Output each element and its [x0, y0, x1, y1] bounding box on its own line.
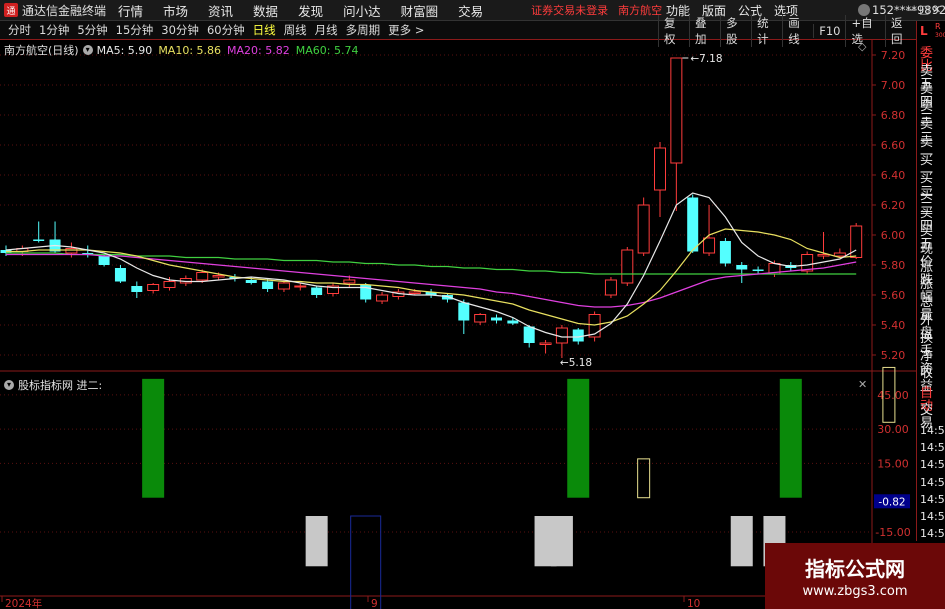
sidebar-time: 14:56: [920, 424, 945, 437]
candle-body: [539, 342, 552, 345]
sidebar-time: 14:56: [920, 492, 945, 506]
indicator-title: ▾ 股标指标网 进二:: [4, 377, 102, 393]
sidebar-time: 14:56: [920, 441, 945, 455]
stock-name-label[interactable]: 南方航空(日线): [4, 42, 79, 58]
ma20-label: MA20: 5.82: [227, 43, 290, 57]
indicator-bar-green: [779, 378, 802, 498]
candle-body: [196, 272, 209, 281]
price-tick-label: 6.00: [881, 229, 906, 242]
candle-body: [408, 291, 421, 294]
indicator-bar-green: [567, 378, 590, 498]
candle-body: [801, 254, 814, 272]
price-tick-label: 5.80: [881, 259, 906, 272]
price-tick-label: 5.40: [881, 319, 906, 332]
candle-body: [311, 287, 323, 295]
price-axis: 5.20 5.40 5.60 5.80 6.00 6.20 6.40 6.60 6.80 7.00…: [875, 49, 910, 539]
candle-body: [491, 317, 502, 321]
ma10-label: MA10: 5.86: [158, 43, 222, 57]
candle-body: [163, 281, 176, 288]
sidebar-time: 14:56: [920, 527, 945, 541]
indicator-tick-label: 45.00: [877, 389, 909, 402]
price-tick-label: 6.40: [881, 169, 906, 182]
indicator-bar-gray: [550, 516, 573, 567]
ma5-label: MA5: 5.90: [96, 43, 153, 57]
sidebar-R-label[interactable]: R 300: [935, 23, 945, 40]
price-tick-label: 7.00: [881, 79, 906, 92]
candle-body: [736, 265, 748, 270]
close-icon: ✕: [858, 378, 867, 391]
low-price-label: ←5.18: [560, 357, 592, 369]
indicator-name[interactable]: 股标指标网 进二:: [18, 377, 102, 393]
high-price-label: ←7.18: [690, 53, 722, 65]
indicator-bar-green: [142, 378, 165, 498]
candle-body: [507, 320, 519, 324]
sidebar-time: 14:56: [920, 475, 945, 489]
candle-body: [343, 279, 356, 284]
candle-body: [65, 248, 78, 254]
price-tick-label: 7.20: [881, 49, 906, 62]
candle-series: [0, 57, 863, 358]
indicator-bar-gray: [305, 516, 328, 567]
candle-body: [523, 326, 535, 343]
candle-body: [114, 268, 126, 282]
candle-body: [817, 254, 830, 257]
price-tick-label: 6.60: [881, 139, 906, 152]
candle-body: [670, 57, 683, 164]
candle-body: [637, 204, 650, 254]
ma60-label: MA60: 5.74: [295, 43, 359, 57]
candle-body: [719, 241, 731, 264]
site-watermark: 指标公式网 www.zbgs3.com: [765, 543, 945, 609]
candle-body: [458, 302, 470, 321]
watermark-title: 指标公式网: [805, 557, 905, 581]
indicator-tick-label: 30.00: [877, 423, 909, 436]
chevron-down-icon[interactable]: ▾: [4, 380, 14, 390]
time-tick-label: 2024年: [5, 597, 42, 609]
chevron-down-icon[interactable]: ▾: [82, 45, 93, 55]
candle-body: [212, 275, 225, 278]
sidebar-time: 14:56: [920, 510, 945, 523]
candle-body: [360, 284, 372, 300]
sidebar-time: 14:56: [920, 458, 945, 472]
candle-body: [654, 147, 666, 191]
candle-body: [98, 256, 110, 265]
price-tick-label: 5.60: [881, 289, 906, 302]
candle-body: [833, 252, 846, 257]
main-chart-title: 南方航空(日线) ▾ MA5: 5.90 MA10: 5.86 MA20: 5.…: [4, 42, 364, 58]
diamond-icon: ◇: [858, 40, 867, 53]
candle-body: [474, 314, 487, 323]
time-tick-label: 10: [687, 598, 700, 609]
candle-body: [262, 281, 274, 289]
quote-sidebar: L R 300 委比 卖五 卖四 卖三 卖二 卖一 买一 买二 买三 买四 买五 现价 涨跌 涨幅 总量 外盘换…: [916, 21, 945, 541]
current-value-label: -0.82: [878, 496, 905, 508]
chart-canvas[interactable]: 5.20 5.40 5.60 5.80 6.00 6.20 6.40 6.60 6.80 7.00…: [0, 0, 945, 609]
candle-body: [245, 280, 257, 283]
candle-body: [687, 197, 699, 252]
price-tick-label: 6.20: [881, 199, 906, 212]
indicator-bar-gray: [730, 516, 753, 567]
candle-body: [703, 237, 716, 254]
candle-body: [604, 279, 617, 296]
candle-body: [572, 329, 584, 342]
indicator-bar-blue: [350, 515, 382, 609]
candle-body: [131, 286, 143, 292]
candle-body: [33, 239, 45, 241]
indicator-tick-label: -15.00: [875, 526, 910, 539]
sidebar-L-label[interactable]: L: [920, 24, 928, 38]
price-tick-label: 6.80: [881, 109, 906, 122]
chart-grid: [0, 40, 916, 597]
candle-body: [376, 294, 389, 302]
candle-body: [752, 269, 764, 271]
indicator-bar-yellow: [637, 458, 651, 499]
time-tick-label: 9: [371, 598, 378, 609]
indicator-tick-label: 15.00: [877, 457, 909, 470]
watermark-url: www.zbgs3.com: [802, 584, 908, 599]
candle-body: [277, 282, 290, 290]
candle-body: [147, 284, 160, 291]
candle-body: [294, 285, 307, 288]
candle-body: [621, 249, 634, 284]
price-tick-label: 5.20: [881, 349, 906, 362]
